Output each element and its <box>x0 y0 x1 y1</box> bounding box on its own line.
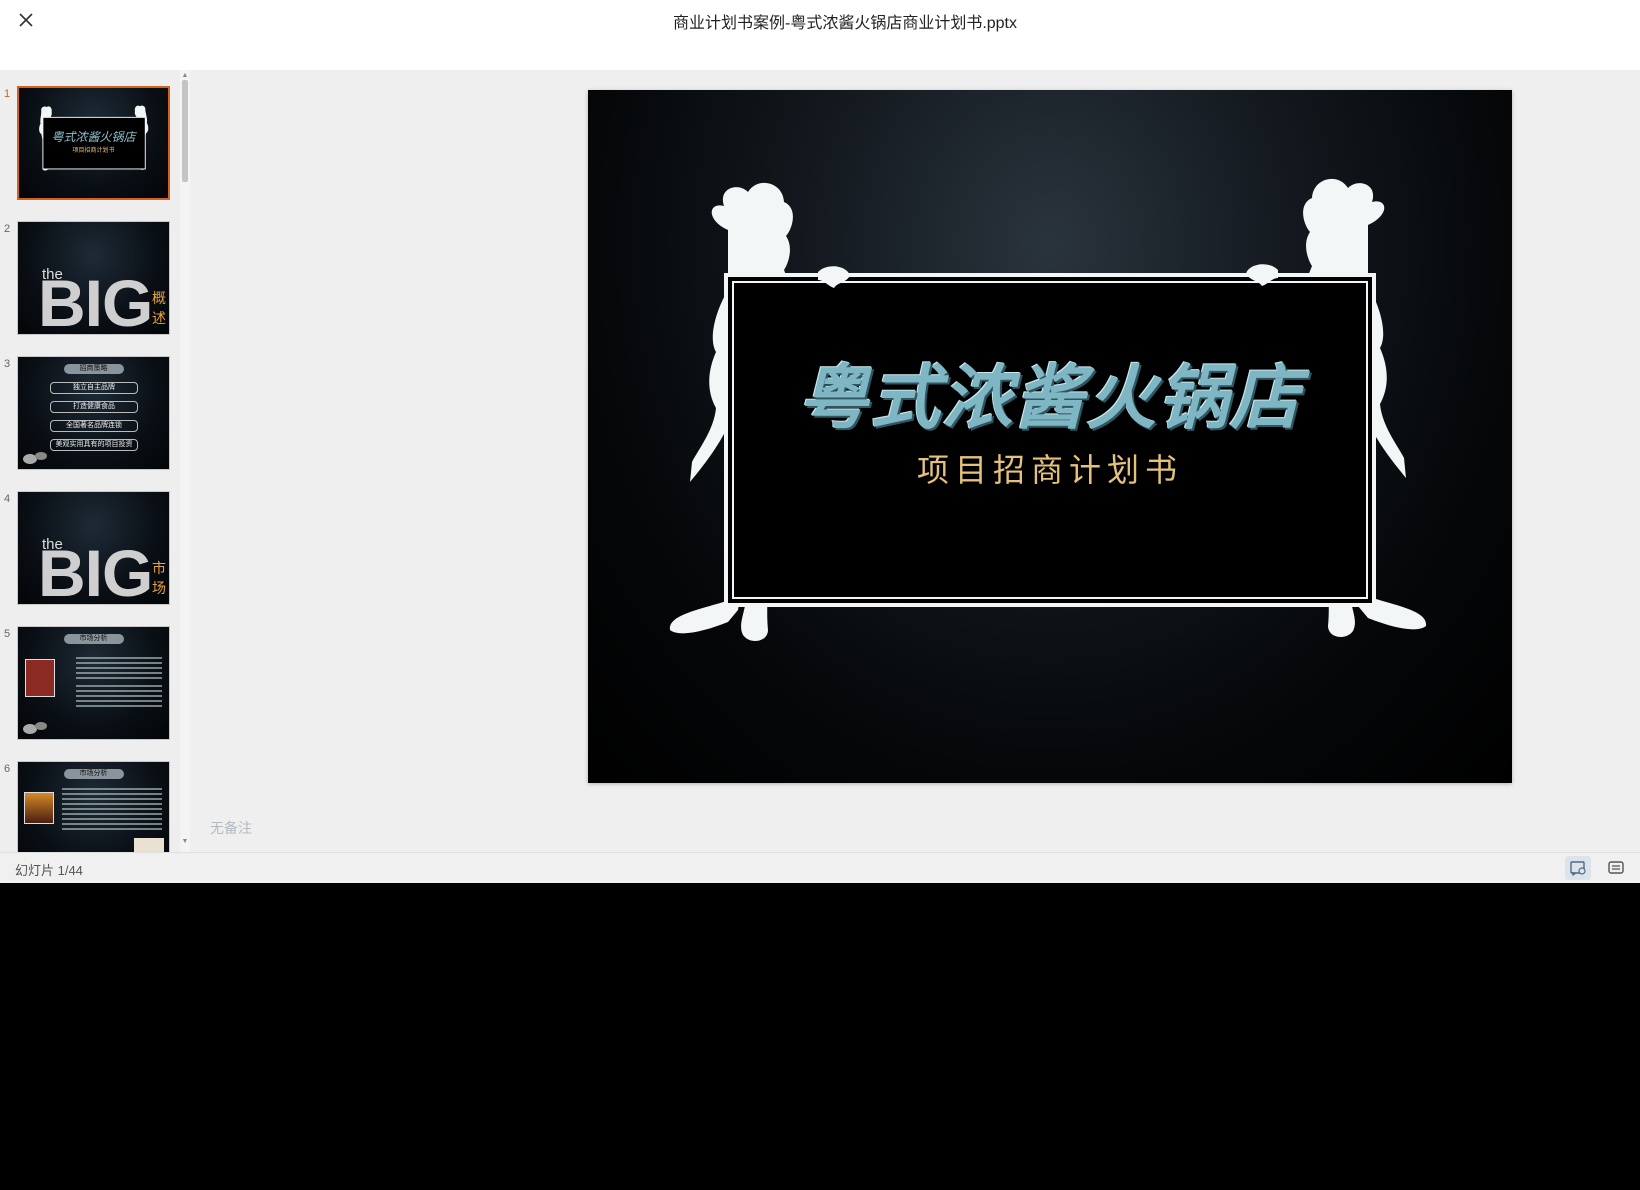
thumbnail-list-item: 美观实用具有的项目投资 <box>50 439 138 451</box>
current-slide[interactable]: 粤式浓酱火锅店 项目招商计划书 <box>588 90 1512 783</box>
thumbnail-number: 1 <box>4 88 11 100</box>
thumbnail-pill: 招商策略 <box>63 364 124 374</box>
thumbnail-image[interactable]: 招商策略 独立自主品牌 打造健康食品 全国著名品牌连锁 美观实用具有的项目投资 <box>17 356 170 470</box>
notes-view-icon <box>1570 861 1586 877</box>
slide-thumbnail-panel: 1 粤式浓酱火锅店 项目招商计划书 2 the BIG 概述 3 招商策略 独立… <box>0 70 190 852</box>
photo-image <box>134 838 164 852</box>
scrollbar-thumb[interactable] <box>182 80 188 182</box>
thumbnail-list-item: 独立自主品牌 <box>50 382 138 394</box>
speaker-notes[interactable]: 无备注 <box>210 818 252 838</box>
thumbnail-image[interactable]: 市场分析 <box>17 626 170 740</box>
slide-subtitle: 项目招商计划书 <box>916 451 1183 489</box>
thumbnail-image[interactable]: the BIG 概述 <box>17 221 170 335</box>
thumbnail-number: 2 <box>4 223 11 235</box>
comments-view-icon <box>1608 861 1624 874</box>
pot-icon <box>23 452 47 464</box>
thumbnail-number: 5 <box>4 628 11 640</box>
thumbnail-slide-4[interactable]: 4 the BIG 市场 <box>0 485 180 605</box>
thumbnail-subtitle: 项目招商计划书 <box>72 148 115 154</box>
thumbnail-side-text: 概述 <box>152 290 166 326</box>
thumbnail-number: 6 <box>4 763 11 775</box>
comments-view-button[interactable] <box>1603 856 1629 880</box>
thumbnail-side-text: 市场 <box>152 560 166 596</box>
pot-icon <box>23 722 47 734</box>
scroll-down-icon[interactable]: ▼ <box>181 838 189 846</box>
thumbnail-slide-6[interactable]: 6 市场分析 <box>0 755 180 852</box>
slide-counter: 幻灯片 1/44 <box>15 863 83 878</box>
notes-view-button[interactable] <box>1565 856 1591 880</box>
thumbnail-list-item: 全国著名品牌连锁 <box>50 420 138 432</box>
thumbnail-slide-5[interactable]: 5 市场分析 <box>0 620 180 740</box>
thumbnail-text-lines <box>76 685 162 710</box>
thumbnail-image[interactable]: the BIG 市场 <box>17 491 170 605</box>
scroll-up-icon[interactable]: ▲ <box>181 72 189 80</box>
slide-canvas: 粤式浓酱火锅店 项目招商计划书 无备注 <box>190 70 1640 852</box>
document-title: 商业计划书案例-粤式浓酱火锅店商业计划书.pptx <box>672 15 1018 32</box>
thumbnail-title: 粤式浓酱火锅店 <box>51 130 136 144</box>
thumbnail-slide-3[interactable]: 3 招商策略 独立自主品牌 打造健康食品 全国著名品牌连锁 美观实用具有的项目投… <box>0 350 180 470</box>
thumbnail-slide-1[interactable]: 1 粤式浓酱火锅店 项目招商计划书 <box>0 80 180 200</box>
header: 商业计划书案例-粤式浓酱火锅店商业计划书.pptx <box>0 0 1640 70</box>
thumbnail-number: 3 <box>4 358 11 370</box>
thumbnail-slide-2[interactable]: 2 the BIG 概述 <box>0 215 180 335</box>
thumbnail-big-text: BIG <box>38 536 153 605</box>
thumbnail-image[interactable]: 粤式浓酱火锅店 项目招商计划书 <box>17 86 170 200</box>
thumbnail-scrollbar[interactable] <box>180 70 190 852</box>
thumbnail-image[interactable]: 市场分析 <box>17 761 170 852</box>
ppt-viewer: 商业计划书案例-粤式浓酱火锅店商业计划书.pptx 1 粤式浓酱火锅店 项目招商… <box>0 0 1640 883</box>
thumbnail-pill: 市场分析 <box>63 769 124 779</box>
photo-image <box>24 792 54 824</box>
thumbnail-big-text: BIG <box>38 266 153 335</box>
thumbnail-list-item: 打造健康食品 <box>50 401 138 413</box>
thumbnail-number: 4 <box>4 493 11 505</box>
thumbnail-text-lines <box>76 657 162 682</box>
thumbnail-text-lines <box>62 788 162 833</box>
photo-image <box>25 659 55 697</box>
slide-title: 粤式浓酱火锅店 <box>798 356 1302 439</box>
thumbnail-pill: 市场分析 <box>63 634 124 644</box>
status-bar: 幻灯片 1/44 <box>0 852 1640 883</box>
